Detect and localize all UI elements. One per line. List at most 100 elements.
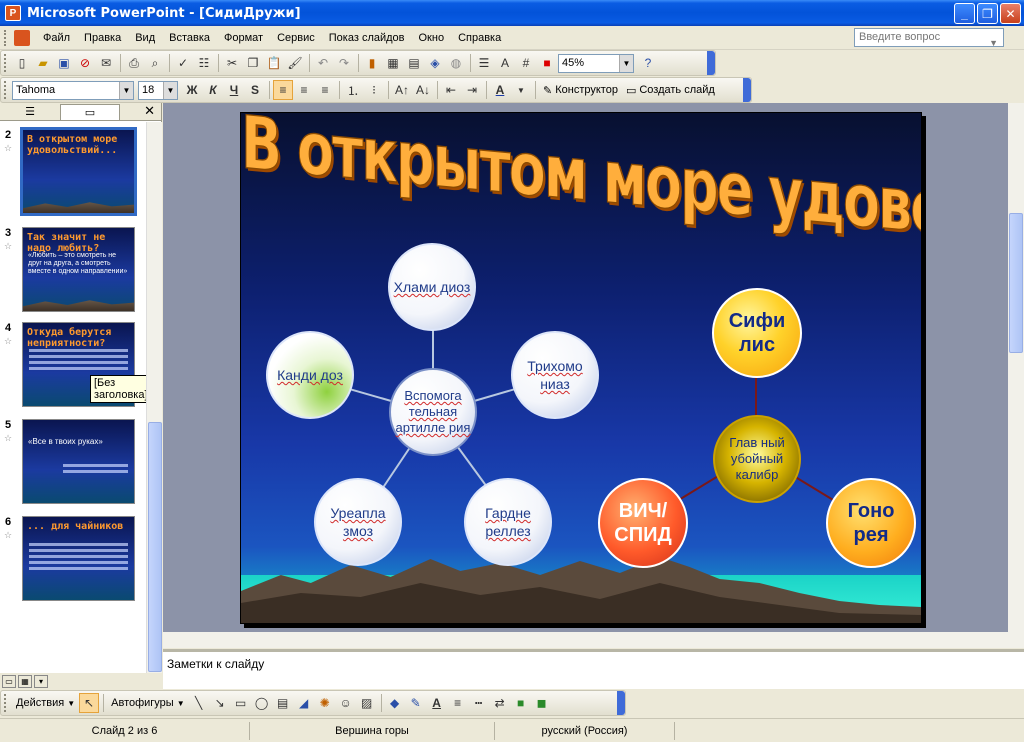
zoom-select[interactable]: 45% ▼ [558,53,634,73]
print-preview-icon[interactable]: ⌕ [145,53,165,73]
diagram-icon[interactable]: ✺ [315,693,335,713]
line-style-icon[interactable]: ≡ [448,693,468,713]
toolbar-grip[interactable] [4,54,8,72]
ball-hiv[interactable]: ВИЧ/ СПИД [598,478,688,568]
slide-thumbnail-row[interactable]: 3 ☆ Так значит не надо любить? «Любить –… [0,227,145,317]
node-trichomoniasis[interactable]: Трихомо ниаз [511,331,599,419]
menu-tools[interactable]: Сервис [270,32,322,44]
node-chlamydia[interactable]: Хлами диоз [388,243,476,331]
menu-help[interactable]: Справка [451,32,508,44]
close-button[interactable]: ✕ [1000,3,1021,24]
node-hub[interactable]: Вспомога тельная артилле рия [389,368,477,456]
align-left-icon[interactable]: ≡ [273,80,293,100]
show-formatting-icon[interactable]: A [495,53,515,73]
help-question-input[interactable]: Введите вопрос ▼ [854,28,1004,48]
slide-sorter-icon[interactable]: ▦ [18,674,32,688]
email-icon[interactable]: ✉ [96,53,116,73]
decrease-indent-icon[interactable]: ⇤ [441,80,461,100]
line-icon[interactable]: ╲ [189,693,209,713]
slideshow-icon[interactable]: ▾ [34,674,48,688]
ball-gonorrhea[interactable]: Гоно рея [826,478,916,568]
expand-all-icon[interactable]: ☰ [474,53,494,73]
new-icon[interactable]: ▯ [12,53,32,73]
align-right-icon[interactable]: ≡ [315,80,335,100]
select-pointer-icon[interactable]: ↖ [79,693,100,713]
insert-chart-icon[interactable]: ▮ [362,53,382,73]
copy-icon[interactable]: ❐ [243,53,263,73]
redo-icon[interactable]: ↷ [334,53,354,73]
wordart-icon[interactable]: ◢ [294,693,314,713]
italic-button[interactable]: К [203,80,223,100]
normal-view-icon[interactable]: ▭ [2,674,16,688]
powerpoint-app-icon[interactable]: P [5,5,21,21]
dash-style-icon[interactable]: ┅ [469,693,489,713]
slides-pane-scrollbar[interactable] [146,122,162,673]
align-center-icon[interactable]: ≡ [294,80,314,100]
show-grid-icon[interactable]: # [516,53,536,73]
bullets-icon[interactable]: ⁝ [364,80,384,100]
fill-color-icon[interactable]: ◆ [385,693,405,713]
cut-icon[interactable]: ✂ [222,53,242,73]
spelling-icon[interactable]: ✓ [173,53,193,73]
print-icon[interactable]: ⎙ [124,53,144,73]
main-horizontal-scrollbar[interactable] [163,632,1008,648]
slide-thumbnail-row[interactable]: 2 ☆ В открытом море удовольствий... [0,127,145,219]
3d-style-icon[interactable]: ◼ [532,693,552,713]
maximize-button[interactable]: ❐ [977,3,998,24]
color-grayscale-icon[interactable]: ■ [537,53,557,73]
tables-borders-icon[interactable]: ▤ [404,53,424,73]
design-button[interactable]: ✎ Конструктор [539,84,622,97]
menu-insert[interactable]: Вставка [162,32,217,44]
numbering-icon[interactable]: ⒈ [343,80,363,100]
menu-window[interactable]: Окно [412,32,452,44]
shadow-button[interactable]: S [245,80,265,100]
menu-grip[interactable] [4,29,10,46]
shadow-style-icon[interactable]: ■ [511,693,531,713]
format-painter-icon[interactable]: 🖌 [285,53,305,73]
hyperlink-icon[interactable]: ◍ [446,53,466,73]
toolbar-grip[interactable] [4,81,8,99]
tab-slides[interactable]: ▭ [60,103,120,120]
slide-thumbnail[interactable]: «Все в твоих руках» [22,419,135,504]
scrollbar-thumb[interactable] [1009,213,1023,353]
increase-font-icon[interactable]: A↑ [392,80,412,100]
font-size-select[interactable]: 18 ▼ [138,80,178,100]
rectangle-icon[interactable]: ▭ [231,693,251,713]
node-gardnerellosis[interactable]: Гардне реллез [464,478,552,566]
slide-thumbnail-row[interactable]: 5 ☆ «Все в твоих руках» [0,419,145,509]
increase-indent-icon[interactable]: ⇥ [462,80,482,100]
font-select[interactable]: Tahoma ▼ [12,80,134,100]
main-vertical-scrollbar[interactable] [1008,103,1024,648]
minimize-button[interactable]: _ [954,3,975,24]
research-icon[interactable]: ☷ [194,53,214,73]
node-candidiasis[interactable]: Канди доз [266,331,354,419]
textbox-icon[interactable]: ▤ [273,693,293,713]
text-color-icon[interactable]: A [427,693,447,713]
slide-thumbnail[interactable]: ... для чайников [22,516,135,601]
permission-icon[interactable]: ⊘ [75,53,95,73]
tab-outline[interactable]: ☰ [0,104,60,120]
chevron-down-icon[interactable]: ▼ [989,35,998,52]
menu-edit[interactable]: Правка [77,32,128,44]
menu-format[interactable]: Формат [217,32,270,44]
autoshapes-menu-button[interactable]: Автофигуры ▼ [107,697,189,709]
clipart-icon[interactable]: ☺ [336,693,356,713]
undo-icon[interactable]: ↶ [313,53,333,73]
document-icon[interactable] [14,29,30,46]
insert-table-icon[interactable]: ▦ [383,53,403,73]
slide-thumbnail-row[interactable]: 6 ☆ ... для чайников [0,516,145,606]
scrollbar-thumb[interactable] [148,422,162,672]
open-icon[interactable]: ▰ [33,53,53,73]
help-icon[interactable]: ? [638,53,658,73]
menu-view[interactable]: Вид [128,32,162,44]
chevron-down-icon[interactable]: ▼ [619,54,633,72]
new-slide-button[interactable]: ▭ Создать слайд [622,84,719,97]
chevron-down-icon[interactable]: ▼ [511,80,531,100]
save-icon[interactable]: ▣ [54,53,74,73]
bold-button[interactable]: Ж [182,80,202,100]
close-icon[interactable]: ✕ [144,103,155,119]
toolbar-options-icon[interactable] [617,691,625,715]
toolbar-grip[interactable] [4,694,8,712]
actions-menu-button[interactable]: Действия ▼ [12,697,79,709]
chevron-down-icon[interactable]: ▼ [119,81,133,99]
